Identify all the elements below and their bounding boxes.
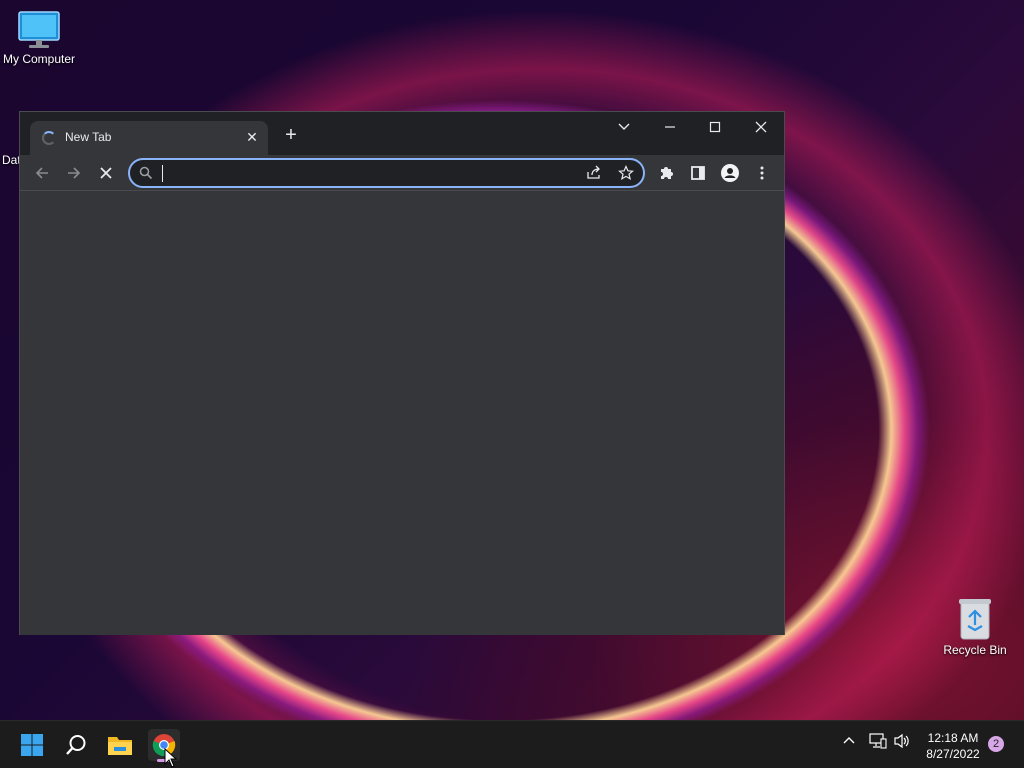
- monitor-icon: [18, 11, 60, 48]
- search-button[interactable]: [60, 729, 92, 761]
- close-window-button[interactable]: [743, 116, 779, 138]
- profile-button[interactable]: [716, 159, 744, 187]
- tab-new-tab[interactable]: New Tab ✕: [30, 121, 268, 155]
- menu-button[interactable]: [748, 159, 776, 187]
- desktop-icon-label: My Computer: [2, 52, 76, 66]
- arrow-left-icon: [35, 167, 48, 179]
- clock-time: 12:18 AM: [927, 731, 979, 745]
- desktop-icon-dat[interactable]: Dat: [0, 107, 20, 167]
- minimize-button[interactable]: [652, 116, 688, 138]
- desktop-icon-my-computer[interactable]: My Computer: [0, 10, 78, 66]
- file-explorer-button[interactable]: [104, 729, 136, 761]
- mouse-cursor-icon: [164, 748, 178, 768]
- side-panel-button[interactable]: [684, 159, 712, 187]
- recycle-bin-icon: [959, 599, 991, 640]
- address-input[interactable]: [160, 164, 540, 184]
- new-tab-button[interactable]: +: [280, 124, 302, 146]
- page-content[interactable]: [20, 192, 784, 635]
- minimize-icon: [665, 126, 675, 128]
- tab-title: New Tab: [65, 130, 112, 144]
- windows-icon: [21, 734, 43, 756]
- notification-badge[interactable]: 2: [988, 736, 1004, 752]
- search-icon: [66, 735, 86, 755]
- desktop-icon-label: Recycle Bin: [943, 643, 1007, 657]
- network-icon: [869, 733, 887, 749]
- browser-window[interactable]: New Tab ✕ +: [19, 111, 785, 635]
- side-panel-icon: [691, 166, 705, 180]
- clock[interactable]: 12:18 AM 8/27/2022: [918, 730, 988, 762]
- extensions-button[interactable]: [652, 159, 680, 187]
- taskbar: 12:18 AM 8/27/2022: [0, 720, 1024, 768]
- chevron-up-icon: [843, 737, 855, 744]
- share-icon[interactable]: [586, 165, 602, 181]
- show-hidden-icons-button[interactable]: [842, 733, 856, 750]
- folder-icon: [108, 737, 132, 755]
- network-button[interactable]: [869, 733, 887, 752]
- text-cursor: [162, 165, 163, 182]
- search-icon: [139, 166, 153, 180]
- loading-spinner-icon: [42, 131, 56, 145]
- arrow-right-icon: [68, 167, 81, 179]
- clock-date: 8/27/2022: [926, 747, 980, 761]
- speaker-icon: [894, 733, 909, 749]
- desktop-icon-label: Dat: [2, 153, 20, 167]
- close-icon: [755, 121, 767, 133]
- stop-loading-button[interactable]: [92, 159, 120, 187]
- profile-icon: [721, 164, 739, 182]
- forward-button[interactable]: [60, 159, 88, 187]
- start-button[interactable]: [16, 729, 48, 761]
- star-icon[interactable]: [618, 165, 634, 181]
- address-bar[interactable]: [128, 158, 645, 188]
- back-button[interactable]: [28, 159, 56, 187]
- kebab-menu-icon: [760, 166, 764, 180]
- stop-loading-icon: [100, 167, 112, 179]
- file-icon: [6, 107, 20, 151]
- puzzle-icon: [661, 167, 673, 179]
- browser-toolbar: [20, 155, 784, 191]
- browser-titlebar[interactable]: New Tab ✕ +: [20, 112, 784, 155]
- volume-button[interactable]: [893, 733, 911, 752]
- desktop-icon-recycle-bin[interactable]: Recycle Bin: [940, 597, 1010, 657]
- maximize-button[interactable]: [697, 116, 733, 138]
- chevron-down-icon: [618, 123, 630, 130]
- maximize-icon: [709, 121, 721, 133]
- tab-search-button[interactable]: [606, 116, 642, 138]
- tab-close-button[interactable]: ✕: [242, 127, 262, 147]
